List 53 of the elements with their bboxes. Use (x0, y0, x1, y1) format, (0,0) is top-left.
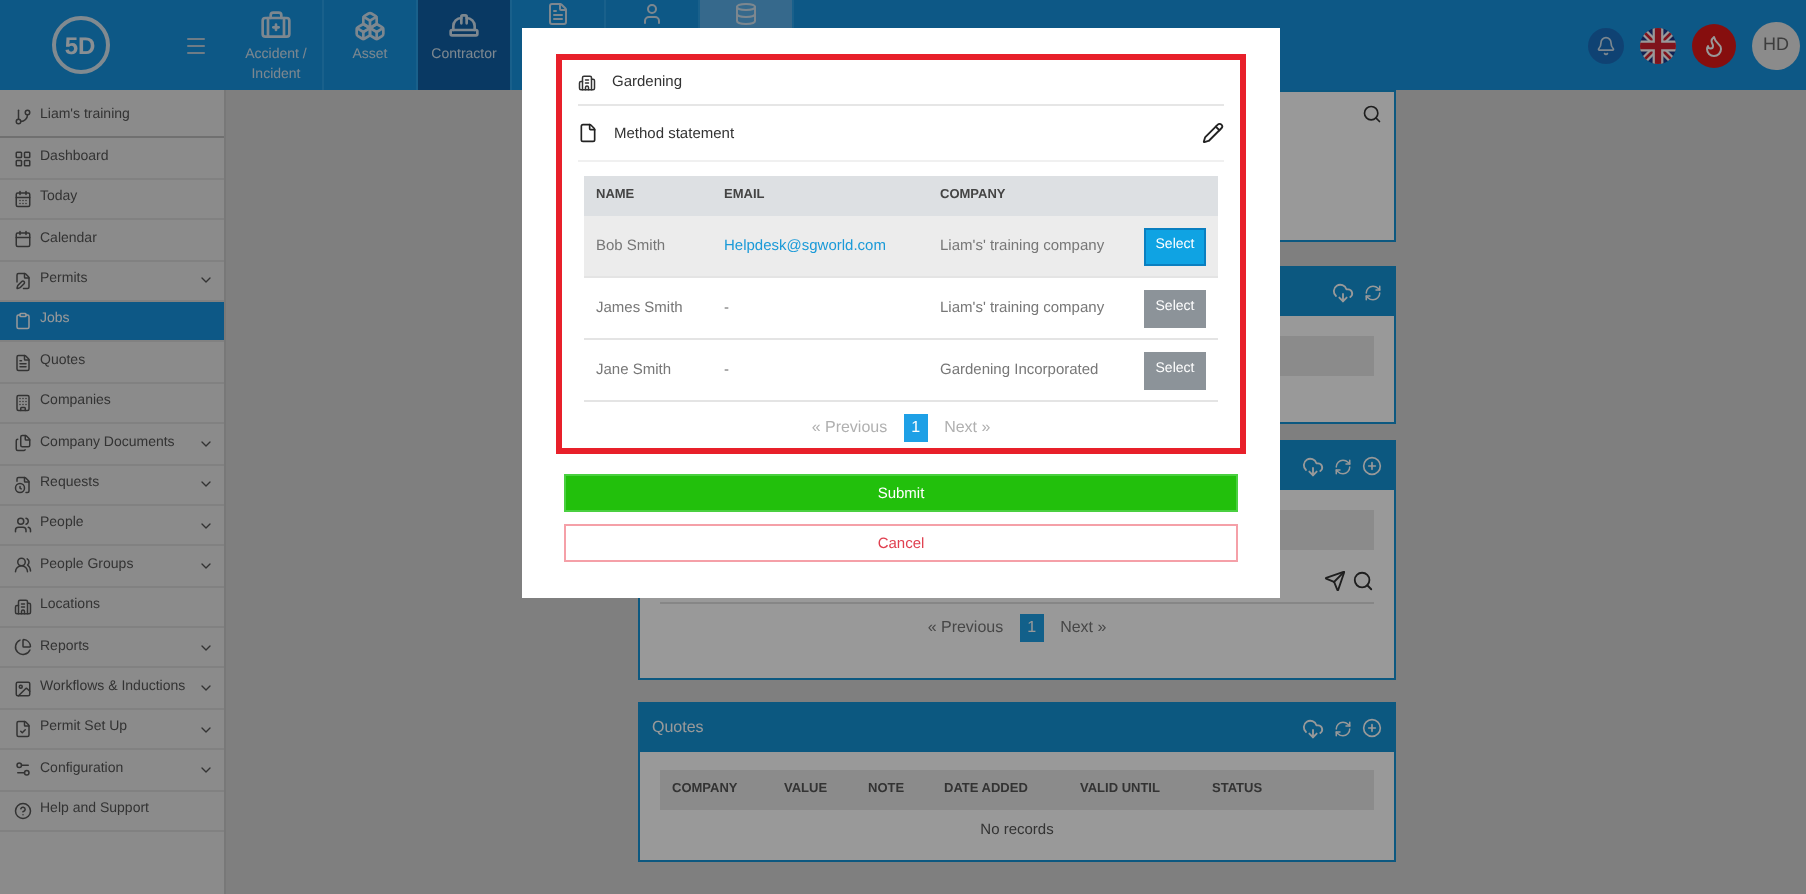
card-title: Quotes (652, 716, 704, 740)
page-number[interactable]: 1 (1019, 614, 1045, 642)
calendar-icon (14, 230, 32, 249)
document-icon (14, 353, 32, 372)
cloud-download-icon[interactable] (1332, 281, 1354, 303)
document-check-icon (14, 720, 32, 739)
refresh-icon[interactable] (1334, 719, 1352, 737)
flame-icon (1702, 33, 1726, 57)
add-icon[interactable] (1362, 718, 1382, 738)
pie-chart-icon (14, 638, 32, 657)
bell-icon (1596, 35, 1616, 55)
page-number[interactable]: 1 (903, 414, 929, 442)
next-link[interactable]: Next » (936, 416, 999, 440)
search-icon[interactable] (1352, 570, 1374, 592)
search-icon[interactable] (1362, 104, 1382, 124)
boxes-icon (354, 10, 386, 42)
refresh-icon[interactable] (1364, 283, 1382, 301)
document-clock-icon (14, 475, 32, 494)
building-icon (14, 393, 32, 412)
notifications-button[interactable] (1588, 27, 1624, 63)
document-icon (546, 2, 570, 26)
grid-icon (14, 149, 32, 168)
hard-hat-icon (448, 10, 480, 42)
cloud-download-icon[interactable] (1302, 717, 1324, 739)
add-icon[interactable] (1362, 456, 1382, 476)
flag-icon[interactable] (1640, 27, 1676, 63)
document-pen-icon (14, 271, 32, 290)
medical-case-icon (260, 10, 292, 42)
menu-icon[interactable] (183, 33, 207, 57)
clipboard-icon (14, 312, 32, 331)
previous-link[interactable]: « Previous (803, 416, 896, 440)
building-icon (14, 597, 32, 616)
refresh-icon[interactable] (1334, 457, 1352, 475)
previous-link[interactable]: « Previous (919, 616, 1012, 640)
edit-icon[interactable] (1202, 122, 1224, 144)
files-icon (14, 434, 32, 453)
calendar-icon (14, 189, 32, 208)
people-icon (14, 516, 32, 535)
people-icon (14, 556, 32, 575)
database-icon (734, 2, 758, 26)
user-avatar[interactable]: HD (1752, 21, 1800, 69)
alert-button[interactable] (1692, 23, 1736, 67)
settings-icon (14, 760, 32, 779)
next-link[interactable]: Next » (1052, 616, 1115, 640)
help-icon (14, 801, 32, 820)
image-icon (14, 679, 32, 698)
send-icon[interactable] (1324, 570, 1346, 592)
logo: 5D (51, 16, 109, 74)
building-icon (578, 73, 596, 91)
person-icon (640, 2, 664, 26)
cloud-download-icon[interactable] (1302, 455, 1324, 477)
document-icon (578, 122, 598, 144)
branch-icon (14, 108, 32, 127)
